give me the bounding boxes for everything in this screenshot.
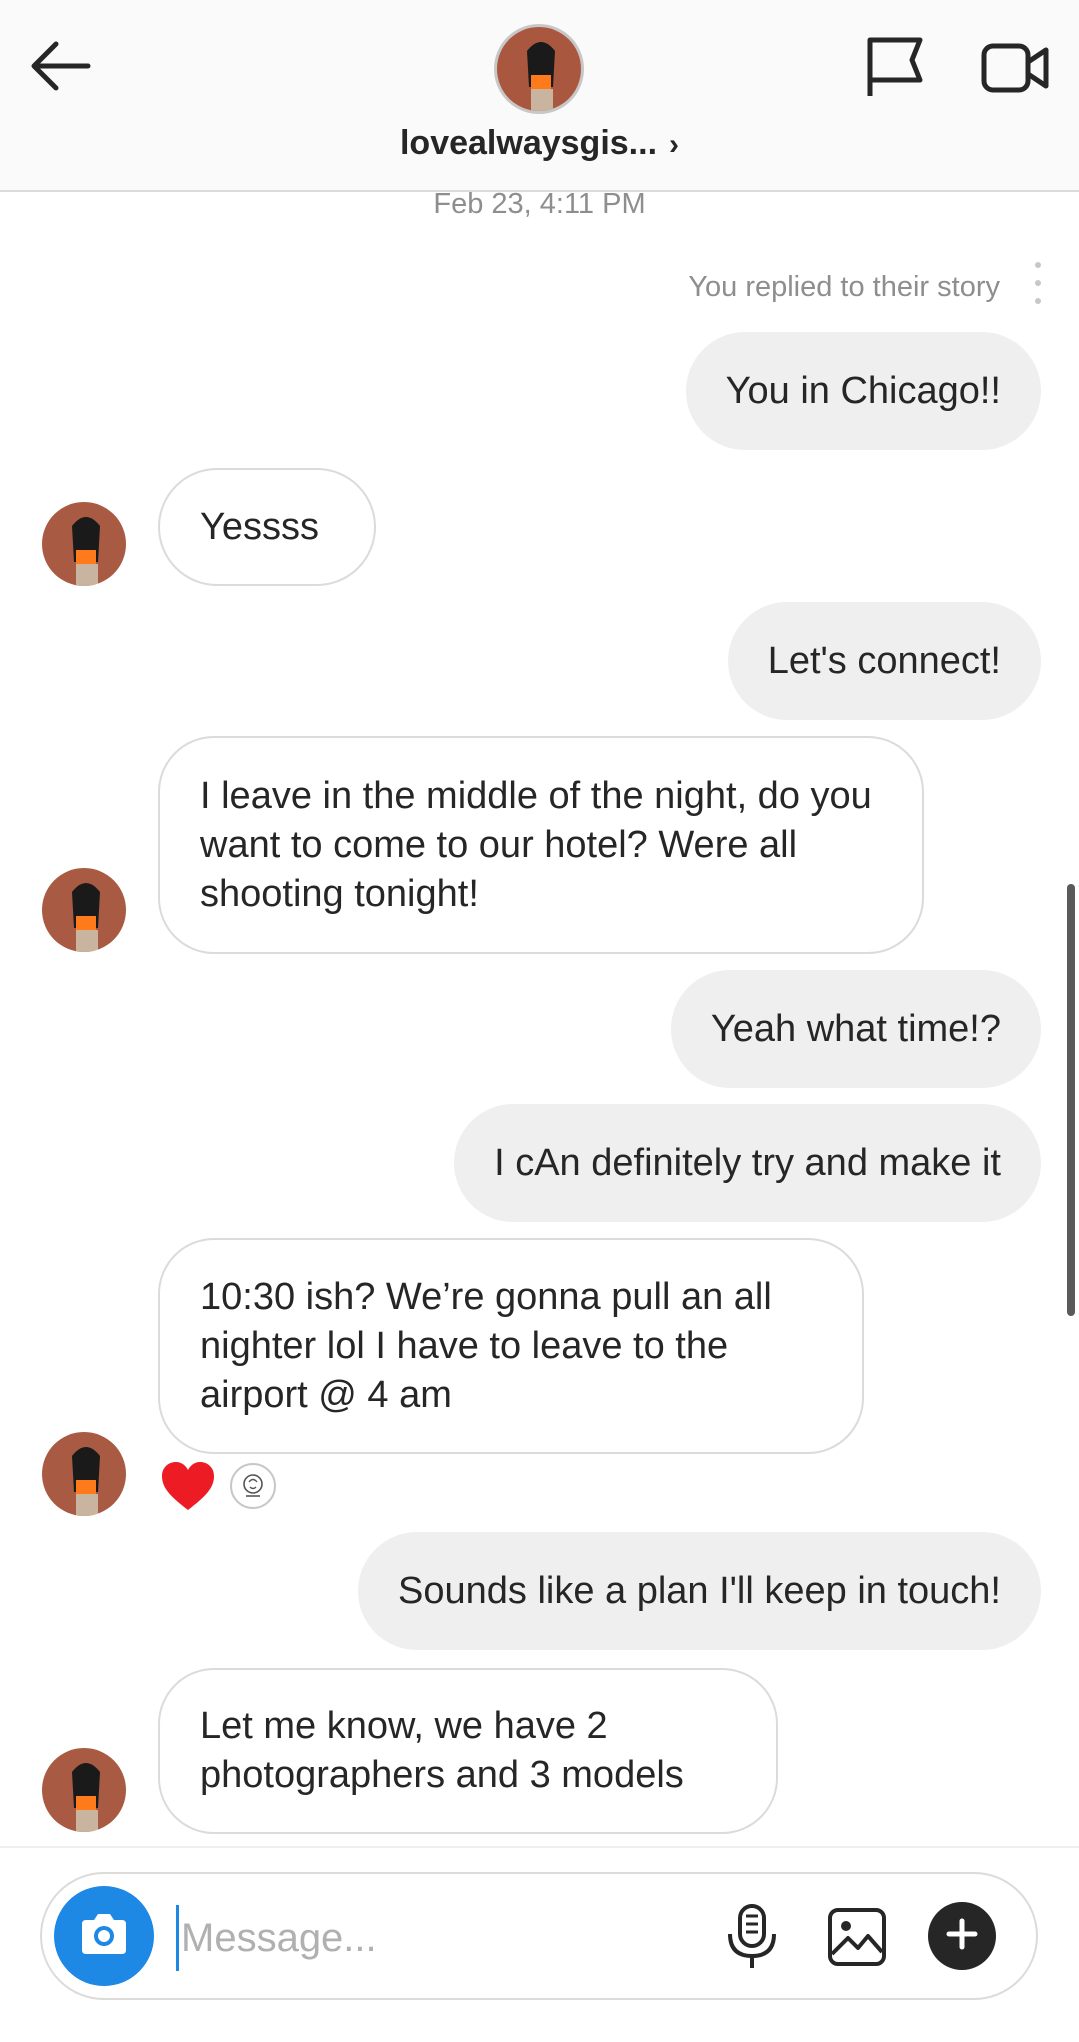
timestamp: Feb 23, 4:11 PM: [433, 188, 646, 220]
message-text: 10:30 ish? We’re gonna pull an all night…: [200, 1275, 772, 1416]
reactor-avatar[interactable]: [230, 1463, 276, 1509]
header-username[interactable]: lovealwaysgis... ›: [0, 124, 1079, 163]
sender-avatar[interactable]: [42, 1748, 126, 1832]
image-icon[interactable]: [826, 1906, 888, 1968]
message-sent[interactable]: Sounds like a plan I'll keep in touch!: [358, 1532, 1041, 1650]
message-text: Yeah what time!?: [710, 1007, 1001, 1050]
microphone-icon[interactable]: [722, 1902, 782, 1972]
message-input[interactable]: [176, 1905, 703, 1971]
story-reply-note: You replied to their story: [688, 271, 1000, 303]
message-text: You in Chicago!!: [725, 369, 1001, 412]
message-text: Let me know, we have 2 photographers and…: [200, 1705, 684, 1796]
message-text: Yessss: [200, 505, 319, 548]
message-text: Sounds like a plan I'll keep in touch!: [398, 1569, 1001, 1612]
message-received[interactable]: Yessss: [158, 468, 376, 586]
message-text: I leave in the middle of the night, do y…: [200, 774, 872, 915]
plus-icon: [945, 1917, 979, 1956]
more-options-icon[interactable]: [1030, 262, 1046, 320]
camera-icon: [76, 1906, 132, 1967]
scrollbar[interactable]: [1067, 884, 1075, 1316]
flag-icon[interactable]: [860, 32, 932, 104]
chevron-right-icon[interactable]: ›: [669, 128, 679, 161]
video-call-icon[interactable]: [980, 34, 1052, 106]
message-received[interactable]: 10:30 ish? We’re gonna pull an all night…: [158, 1238, 864, 1454]
divider: [0, 1846, 1079, 1848]
sender-avatar[interactable]: [42, 502, 126, 586]
message-received[interactable]: I leave in the middle of the night, do y…: [158, 736, 924, 954]
profile-avatar[interactable]: [494, 24, 584, 114]
message-received[interactable]: Let me know, we have 2 photographers and…: [158, 1668, 778, 1834]
sender-avatar[interactable]: [42, 868, 126, 952]
camera-button[interactable]: [54, 1886, 154, 1986]
message-sent[interactable]: Let's connect!: [727, 602, 1041, 720]
heart-icon[interactable]: [160, 1460, 216, 1512]
sender-avatar[interactable]: [42, 1432, 126, 1516]
plus-button[interactable]: [928, 1902, 996, 1970]
message-text: Let's connect!: [767, 639, 1001, 682]
username-text[interactable]: lovealwaysgis...: [400, 124, 657, 162]
back-arrow-icon[interactable]: [26, 30, 98, 102]
message-sent[interactable]: Yeah what time!?: [670, 970, 1041, 1088]
message-sent[interactable]: I cAn definitely try and make it: [454, 1104, 1041, 1222]
message-sent[interactable]: You in Chicago!!: [685, 332, 1041, 450]
chat-header: lovealwaysgis... ›: [0, 0, 1079, 192]
message-text: I cAn definitely try and make it: [494, 1141, 1001, 1184]
